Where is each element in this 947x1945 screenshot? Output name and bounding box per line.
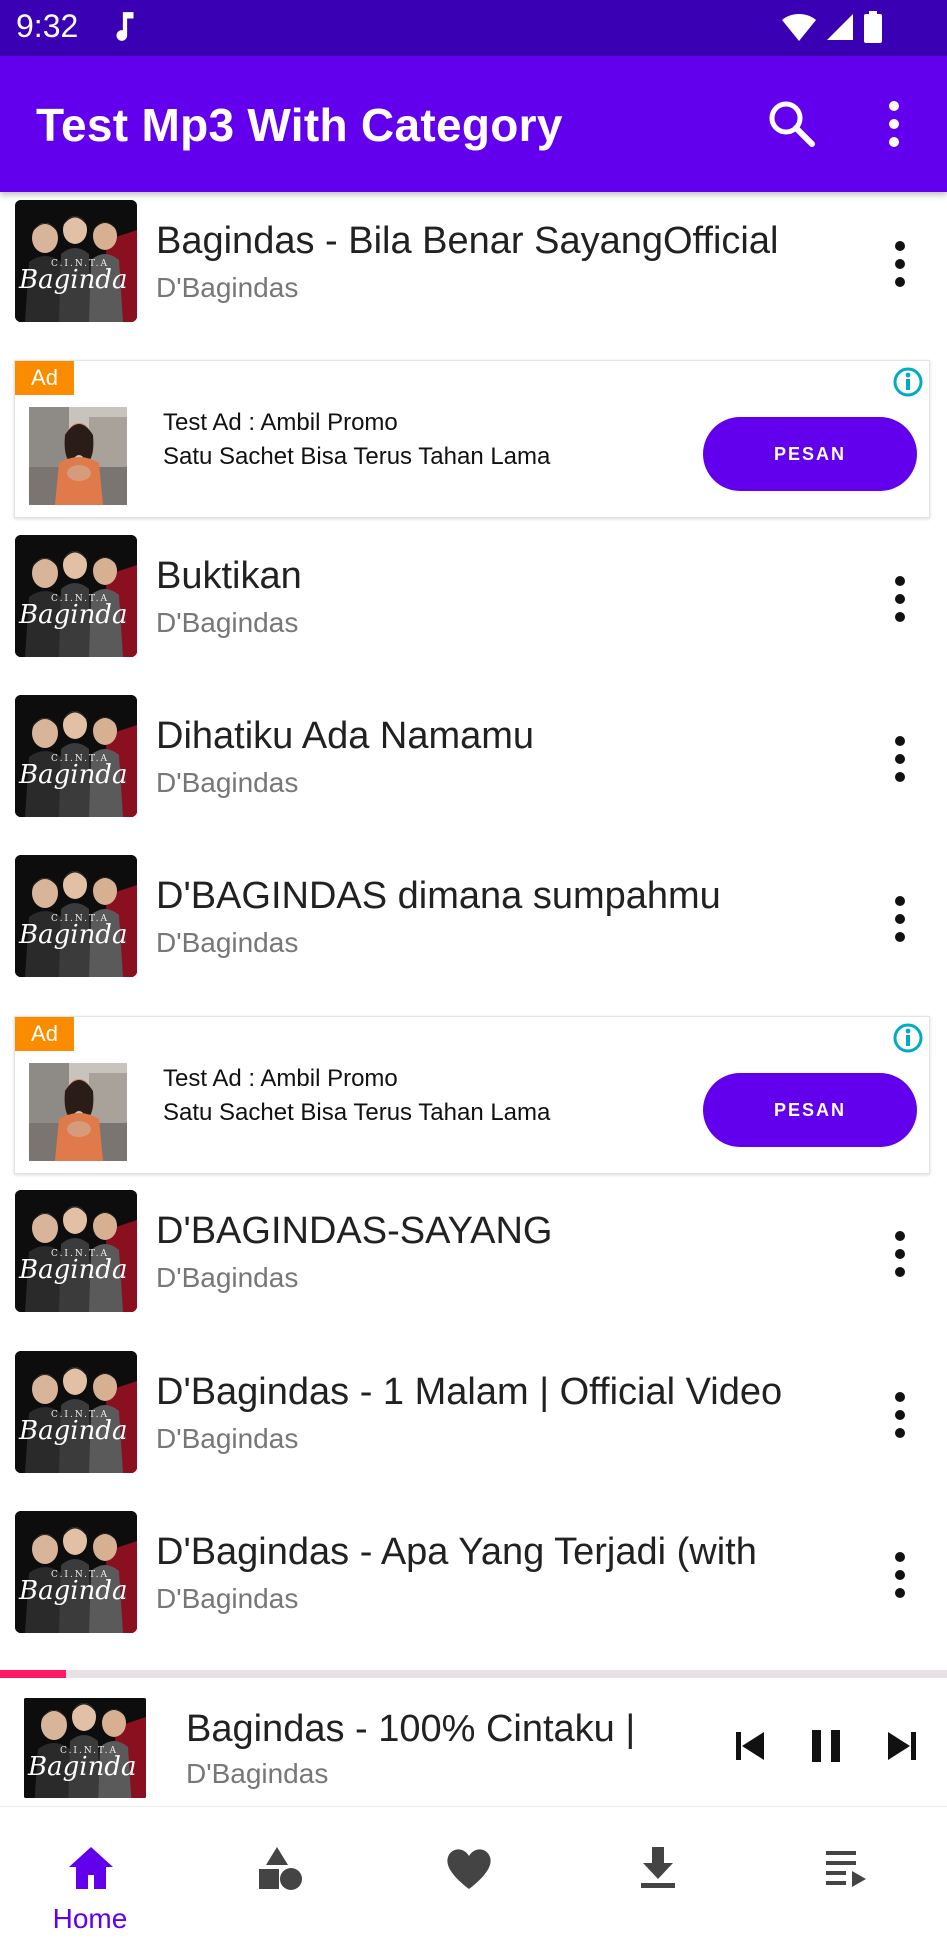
song-menu-icon[interactable] <box>882 891 918 947</box>
album-art: C.I.N.T.A Baginda <box>15 535 137 657</box>
nav-category[interactable] <box>189 1807 378 1945</box>
playback-progress-fill <box>0 1670 67 1678</box>
song-title: Dihatiku Ada Namamu <box>156 715 535 757</box>
song-title: D'Bagindas - Apa Yang Terjadi (with <box>156 1531 757 1573</box>
ad-cta-button[interactable]: PESAN <box>703 417 917 491</box>
ad-image <box>29 407 127 505</box>
svg-text:Baginda: Baginda <box>18 1255 127 1285</box>
song-artist: D'Bagindas <box>156 1423 299 1454</box>
nav-favorites[interactable] <box>378 1807 567 1945</box>
now-playing-bar[interactable]: C.I.N.T.A Baginda Bagindas - 100% Cintaku… <box>0 1678 947 1806</box>
playback-progress[interactable] <box>0 1670 947 1678</box>
song-title: D'Bagindas - 1 Malam | Official Video <box>156 1371 783 1413</box>
ad-image <box>29 1063 127 1161</box>
now-playing-title: Bagindas - 100% Cintaku | <box>186 1708 636 1750</box>
ad-info-icon[interactable] <box>891 365 925 399</box>
album-art: C.I.N.T.A Baginda <box>15 200 137 322</box>
ad-badge: Ad <box>15 361 74 395</box>
app-bar: Test Mp3 With Category <box>0 56 947 192</box>
queue-icon <box>826 1851 866 1887</box>
svg-text:Baginda: Baginda <box>18 1576 127 1606</box>
ad-headline: Test Ad : Ambil Promo <box>163 409 398 436</box>
svg-text:Baginda: Baginda <box>18 600 127 630</box>
nav-home[interactable]: Home <box>0 1807 189 1945</box>
search-icon[interactable] <box>764 96 820 152</box>
song-item[interactable]: C.I.N.T.A Baginda Bagindas - Bila Benar S… <box>0 192 947 342</box>
song-artist: D'Bagindas <box>156 1262 299 1293</box>
status-bar: 9:32 <box>0 0 947 56</box>
song-menu-icon[interactable] <box>882 1387 918 1443</box>
ad-body: Satu Sachet Bisa Terus Tahan Lama <box>163 1099 551 1126</box>
album-art: C.I.N.T.A Baginda <box>15 1511 137 1633</box>
ad-info-icon[interactable] <box>891 1021 925 1055</box>
now-playing-artist: D'Bagindas <box>186 1758 329 1789</box>
song-item[interactable]: C.I.N.T.A Baginda Dihatiku Ada Namamu D'B… <box>0 687 947 837</box>
song-menu-icon[interactable] <box>882 1547 918 1603</box>
download-icon <box>641 1847 675 1888</box>
previous-icon[interactable] <box>726 1722 774 1770</box>
song-title: Bagindas - Bila Benar SayangOfficial <box>156 220 779 262</box>
pause-icon[interactable] <box>802 1722 850 1770</box>
home-icon <box>69 1847 113 1889</box>
song-artist: D'Bagindas <box>156 927 299 958</box>
song-item[interactable]: C.I.N.T.A Baginda D'BAGINDAS dimana sumpa… <box>0 847 947 997</box>
song-menu-icon[interactable] <box>882 1226 918 1282</box>
overflow-menu-icon[interactable] <box>870 96 918 152</box>
song-artist: D'Bagindas <box>156 607 299 638</box>
ad-badge: Ad <box>15 1017 74 1051</box>
song-artist: D'Bagindas <box>156 272 299 303</box>
signal-icon <box>827 14 853 40</box>
now-playing-art: C.I.N.T.A Baginda <box>24 1698 146 1798</box>
category-icon <box>259 1847 302 1890</box>
svg-text:Baginda: Baginda <box>18 920 127 950</box>
song-menu-icon[interactable] <box>882 571 918 627</box>
music-note-icon <box>116 12 134 41</box>
app-title: Test Mp3 With Category <box>36 99 563 151</box>
nav-home-label: Home <box>52 1903 128 1934</box>
svg-text:Baginda: Baginda <box>27 1752 136 1782</box>
album-art: C.I.N.T.A Baginda <box>15 695 137 817</box>
nav-downloads[interactable] <box>567 1807 756 1945</box>
bottom-navigation: Home <box>0 1806 947 1945</box>
song-item[interactable]: C.I.N.T.A Baginda D'BAGINDAS-SAYANG D'Bag… <box>0 1182 947 1332</box>
song-title: D'BAGINDAS-SAYANG <box>156 1210 553 1252</box>
song-artist: D'Bagindas <box>156 767 299 798</box>
ad-banner[interactable]: Ad Test Ad : Ambil Promo Satu Sachet Bis… <box>14 360 930 518</box>
ad-banner[interactable]: Ad Test Ad : Ambil Promo Satu Sachet Bis… <box>14 1016 930 1174</box>
heart-icon <box>447 1849 491 1889</box>
album-art: C.I.N.T.A Baginda <box>15 855 137 977</box>
song-item[interactable]: C.I.N.T.A Baginda Buktikan D'Bagindas <box>0 527 947 677</box>
svg-text:Baginda: Baginda <box>18 265 127 295</box>
song-artist: D'Bagindas <box>156 1583 299 1614</box>
nav-queue[interactable] <box>756 1807 945 1945</box>
svg-text:Baginda: Baginda <box>18 760 127 790</box>
song-title: D'BAGINDAS dimana sumpahmu <box>156 875 721 917</box>
next-icon[interactable] <box>878 1722 926 1770</box>
svg-text:Baginda: Baginda <box>18 1416 127 1446</box>
status-time: 9:32 <box>16 8 79 44</box>
song-item[interactable]: C.I.N.T.A Baginda D'Bagindas - 1 Malam | … <box>0 1343 947 1493</box>
album-art: C.I.N.T.A Baginda <box>15 1351 137 1473</box>
song-menu-icon[interactable] <box>882 731 918 787</box>
battery-icon <box>864 11 882 43</box>
ad-headline: Test Ad : Ambil Promo <box>163 1065 398 1092</box>
song-title: Buktikan <box>156 555 302 597</box>
wifi-icon <box>782 14 816 41</box>
ad-body: Satu Sachet Bisa Terus Tahan Lama <box>163 443 551 470</box>
system-icons <box>781 10 883 44</box>
song-list: C.I.N.T.A Baginda Bagindas - Bila Benar S… <box>0 192 947 1670</box>
song-menu-icon[interactable] <box>882 236 918 292</box>
song-item[interactable]: C.I.N.T.A Baginda D'Bagindas - Apa Yang T… <box>0 1503 947 1653</box>
album-art: C.I.N.T.A Baginda <box>15 1190 137 1312</box>
ad-cta-button[interactable]: PESAN <box>703 1073 917 1147</box>
